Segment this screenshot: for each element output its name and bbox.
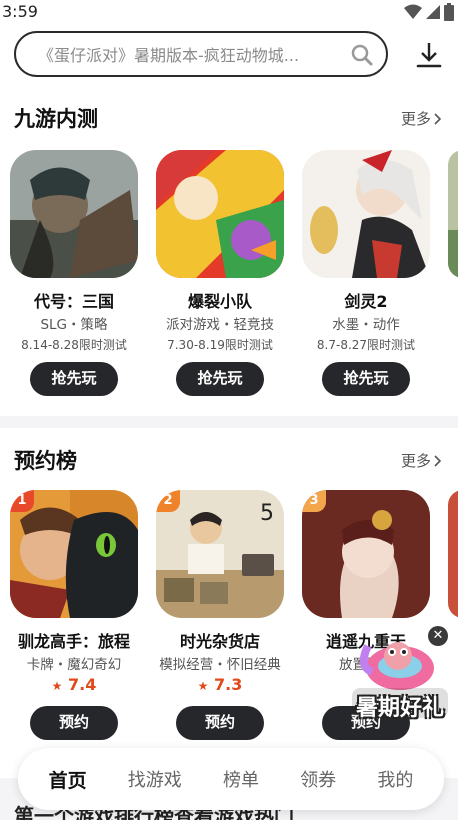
game-name: 爆裂小队 [187,292,252,311]
game-name: 剑灵2 [344,292,388,311]
search-box[interactable] [14,31,388,77]
game-name: 代号：三国 [33,292,114,311]
tab-coupons[interactable]: 领券 [300,766,336,792]
tab-find-games[interactable]: 找游戏 [128,766,182,792]
game-cover-partial[interactable] [448,150,458,278]
game-tags: 模拟经营・怀旧经典 [159,657,281,673]
preorder-more-label: 更多 [400,452,431,470]
game-cover-image[interactable] [156,150,284,278]
app-page: 3:59 九游内测 更多 [0,0,458,820]
game-cover-image[interactable]: 3 [302,490,430,618]
search-icon[interactable] [350,43,374,67]
battery-icon [444,3,454,21]
game-score: 7.4 [68,675,97,694]
star-icon: ★ [197,679,209,693]
bottom-tab-bar: 首页 找游戏 榜单 领券 我的 [18,748,444,810]
close-icon[interactable]: ✕ [428,626,448,646]
chevron-right-icon [434,454,442,467]
beta-more-link[interactable]: 更多 [401,108,442,129]
game-rating: ★ 7.3 [156,675,284,694]
top-bar [0,24,458,86]
preorder-section-title: 预约榜 [14,449,77,473]
play-first-button[interactable]: 抢先玩 [322,362,410,396]
game-name: 时光杂货店 [179,632,260,651]
rank-badge: 1 [10,490,34,512]
preorder-section: 预约榜 更多 1 驯龙高手：旅程 卡牌・魔幻奇幻 ★ 7.4 预约 5 2 时光… [0,428,458,778]
svg-text:5: 5 [260,501,274,526]
tab-home[interactable]: 首页 [49,766,87,793]
star-icon: ★ [51,679,63,693]
status-icons [404,3,454,21]
rank-badge: 2 [156,490,180,512]
beta-section-title: 九游内测 [14,107,98,131]
tab-me[interactable]: 我的 [377,766,413,792]
status-time: 3:59 [2,2,38,21]
game-test-date: 7.30-8.19限时测试 [167,338,273,352]
game-cover-image[interactable]: 1 [10,490,138,618]
tab-rankings[interactable]: 榜单 [223,766,259,792]
game-test-date: 8.14-8.28限时测试 [21,338,127,352]
game-name: 驯龙高手：旅程 [17,632,130,651]
game-cover-image[interactable] [302,150,430,278]
game-test-date: 8.7-8.27限时测试 [316,338,416,352]
reserve-button[interactable]: 预约 [30,706,118,740]
rank-badge: 3 [302,490,326,512]
game-tags: 水墨・动作 [332,317,400,333]
play-first-button[interactable]: 抢先玩 [30,362,118,396]
beta-section: 九游内测 更多 代号：三国 SLG・策略 8.14-8.28限时测试 抢先玩 爆… [0,86,458,416]
game-cover-image[interactable]: 5 2 [156,490,284,618]
preorder-more-link[interactable]: 更多 [401,450,442,471]
status-bar: 3:59 [0,0,458,24]
play-first-button[interactable]: 抢先玩 [176,362,264,396]
game-tags: 派对游戏・轻竞技 [166,317,274,333]
game-cover-image[interactable] [10,150,138,278]
reserve-button[interactable]: 预约 [176,706,264,740]
promo-label: 暑期好礼 [355,696,444,721]
game-tags: 卡牌・魔幻奇幻 [26,657,122,673]
game-cover-partial[interactable] [448,490,458,618]
chevron-right-icon [434,112,442,125]
game-rating: ★ 7.4 [10,675,138,694]
cell-signal-icon [426,5,440,19]
download-icon[interactable] [414,40,444,70]
search-input[interactable] [38,42,338,68]
wifi-icon [404,4,422,19]
beta-more-label: 更多 [400,110,431,128]
game-tags: SLG・策略 [40,317,108,333]
game-score: 7.3 [214,675,243,694]
